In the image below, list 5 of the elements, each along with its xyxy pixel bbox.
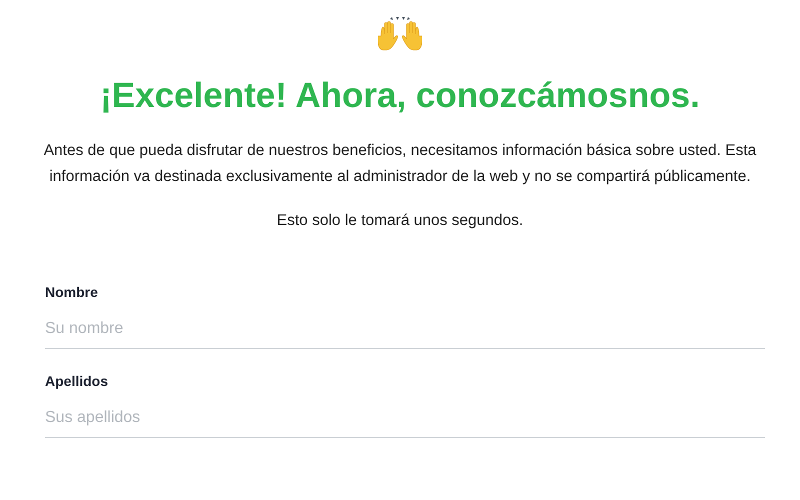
intro-text: Esto solo le tomará unos segundos. — [276, 211, 524, 231]
intro-text: Antes de que pueda disfrutar de nuestros beneficios, necesitamos información básica sobre usted. Esta información va destinada exclusivamente al administrador de la web y no se compartirá públicamente. — [42, 141, 758, 187]
field-label: Apellidos — [45, 373, 110, 389]
field-label: Nombre — [45, 284, 99, 300]
heading: ¡Excelente! Ahora, conozcámosnos. — [100, 76, 700, 116]
